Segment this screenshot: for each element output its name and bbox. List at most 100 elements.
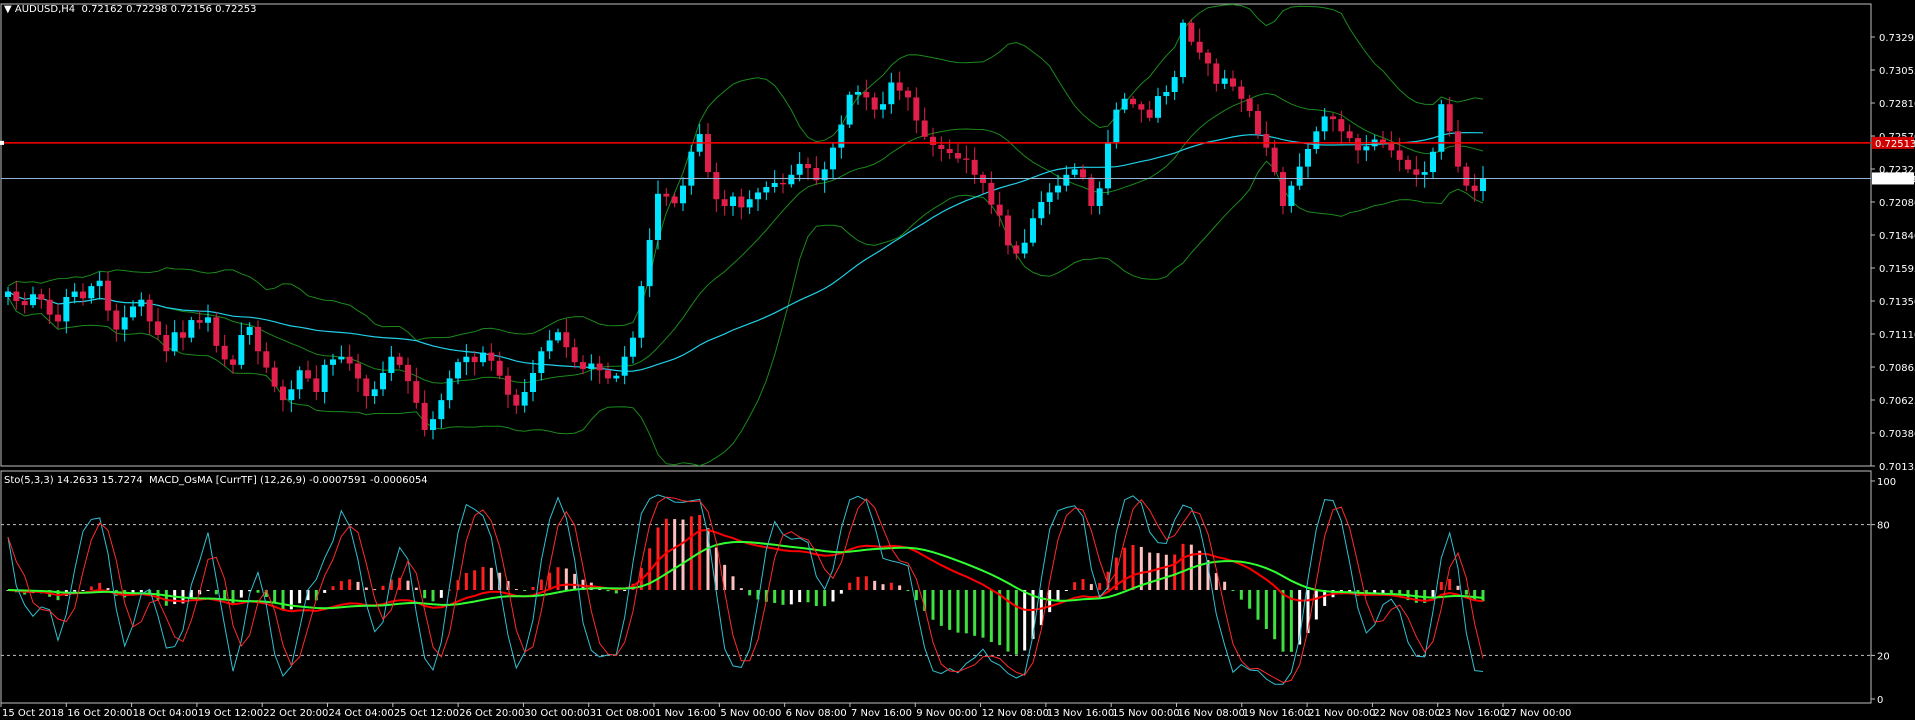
macd-histogram-bar xyxy=(281,590,285,610)
macd-histogram-bar xyxy=(673,519,677,590)
candle-body xyxy=(680,185,686,204)
candle-body xyxy=(71,291,78,297)
macd-histogram-bar xyxy=(73,590,77,592)
candle-body xyxy=(688,151,695,186)
candle-body xyxy=(946,149,953,154)
macd-histogram-bar xyxy=(431,590,435,602)
macd-histogram-bar xyxy=(489,567,493,590)
x-tick-label: 26 Oct 20:00 xyxy=(459,708,524,719)
candle-body xyxy=(405,364,411,382)
candle-body xyxy=(180,332,186,338)
y-tick-label: 0.72080 xyxy=(1879,198,1915,209)
candle-body xyxy=(488,352,495,361)
candle-body xyxy=(1196,41,1203,53)
macd-histogram-bar xyxy=(848,582,852,590)
candle-body xyxy=(896,82,903,91)
candle-body xyxy=(880,104,886,110)
candle-body xyxy=(1046,192,1053,202)
x-tick-label: 19 Nov 16:00 xyxy=(1243,708,1310,719)
candle-body xyxy=(113,310,120,330)
x-tick-label: 1 Nov 16:00 xyxy=(655,708,716,719)
candle-body xyxy=(271,367,278,387)
candle-body xyxy=(805,163,811,169)
price-chart[interactable]: 0.732950.730550.728100.725700.723250.720… xyxy=(0,0,1915,720)
candle-body xyxy=(921,120,928,137)
candle-body xyxy=(621,356,628,376)
macd-histogram-bar xyxy=(364,587,368,590)
candle-body xyxy=(1171,77,1178,92)
candle-body xyxy=(1071,169,1078,175)
macd-histogram-bar xyxy=(873,580,877,590)
x-tick-label: 22 Nov 08:00 xyxy=(1373,708,1440,719)
macd-histogram-bar xyxy=(948,590,952,630)
macd-histogram-bar xyxy=(1073,582,1077,590)
ind-tick-label: 20 xyxy=(1877,651,1890,662)
candle-body xyxy=(80,291,86,299)
candle-body xyxy=(713,172,720,200)
candle-body xyxy=(596,363,603,371)
candle-body xyxy=(588,363,595,369)
candle-body xyxy=(963,158,970,160)
y-tick-label: 0.73295 xyxy=(1879,33,1915,44)
macd-histogram-bar xyxy=(1181,543,1185,590)
candle-body xyxy=(280,386,286,401)
candle-body xyxy=(955,153,961,159)
candle-body xyxy=(546,340,553,352)
x-tick-label: 23 Nov 16:00 xyxy=(1439,708,1506,719)
bollinger-upper-line xyxy=(7,4,1484,341)
macd-histogram-bar xyxy=(331,586,335,590)
candle-body xyxy=(630,337,636,357)
candle-body xyxy=(1305,149,1311,167)
macd-histogram-bar xyxy=(1439,581,1443,590)
red-level-handle-left xyxy=(0,140,4,145)
candle-body xyxy=(380,373,386,390)
macd-histogram-bar xyxy=(1014,590,1018,655)
candle-body xyxy=(705,134,711,173)
macd-histogram-bar xyxy=(798,590,802,603)
y-tick-label: 0.71350 xyxy=(1879,297,1915,308)
bid-line-price-label: 0.72253 xyxy=(1875,174,1915,185)
candle-body xyxy=(455,362,461,379)
candle-body xyxy=(538,351,545,374)
red-level-price-label: 0.72513 xyxy=(1875,139,1915,150)
candle-body xyxy=(646,239,653,287)
candle-body xyxy=(396,356,403,365)
candle-body xyxy=(663,193,670,197)
macd-histogram-bar xyxy=(539,579,543,590)
candle-body xyxy=(905,90,911,98)
macd-histogram-bar xyxy=(931,590,935,620)
macd-histogram-bar xyxy=(439,590,443,598)
candle-body xyxy=(1138,104,1145,110)
candle-body xyxy=(1080,169,1086,178)
candle-body xyxy=(971,159,978,175)
macd-histogram-bar xyxy=(748,590,752,596)
macd-histogram-bar xyxy=(1448,578,1452,590)
candle-body xyxy=(1330,116,1336,120)
macd-histogram-bar xyxy=(256,590,260,593)
macd-histogram-bar xyxy=(614,590,618,594)
macd-histogram-bar xyxy=(781,590,785,605)
candle-body xyxy=(371,389,378,397)
macd-histogram-bar xyxy=(1223,581,1227,590)
candle-body xyxy=(1430,151,1436,173)
macd-histogram-bar xyxy=(564,568,568,590)
candle-body xyxy=(1446,104,1453,132)
candle-body xyxy=(1130,98,1136,105)
candle-body xyxy=(238,334,245,365)
macd-histogram-bar xyxy=(481,567,485,590)
candle-body xyxy=(530,373,536,393)
macd-histogram-bar xyxy=(1314,590,1318,620)
candle-body xyxy=(305,370,311,379)
macd-histogram-bar xyxy=(681,519,685,590)
candle-body xyxy=(46,299,53,315)
candle-body xyxy=(1421,172,1428,175)
candle-body xyxy=(313,378,320,393)
candle-body xyxy=(463,356,470,363)
macd-histogram-bar xyxy=(81,590,85,591)
candle-body xyxy=(421,402,428,431)
macd-histogram-bar xyxy=(523,590,527,591)
x-tick-label: 25 Oct 12:00 xyxy=(394,708,459,719)
candle-body xyxy=(346,356,353,364)
macd-histogram-bar xyxy=(806,590,810,603)
macd-histogram-bar xyxy=(689,516,693,590)
